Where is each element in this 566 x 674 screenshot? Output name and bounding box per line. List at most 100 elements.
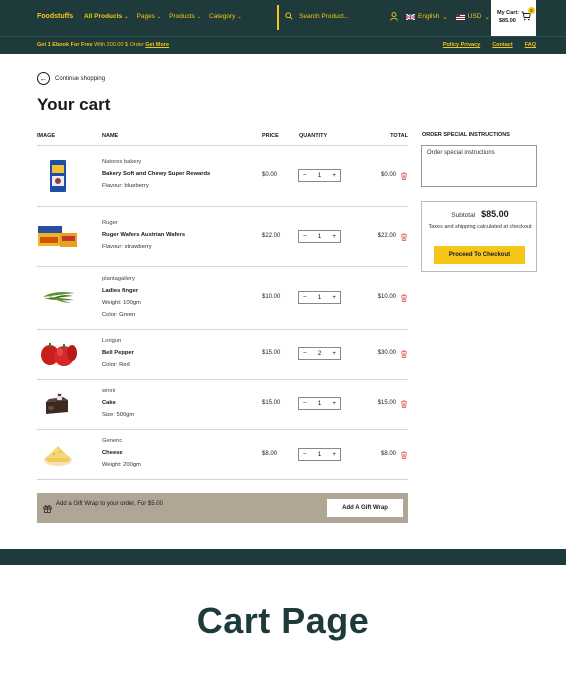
- plus-icon[interactable]: +: [332, 233, 336, 240]
- product-image[interactable]: [42, 442, 74, 468]
- quantity-stepper[interactable]: − 2 +: [298, 347, 341, 360]
- quantity-stepper[interactable]: − 1 +: [298, 230, 341, 243]
- minus-icon[interactable]: −: [303, 350, 307, 357]
- minus-icon[interactable]: −: [303, 400, 307, 407]
- col-quantity: QUANTITY: [299, 133, 328, 139]
- quantity-value[interactable]: 1: [318, 172, 322, 179]
- language-selector[interactable]: English ⌄: [406, 13, 448, 21]
- minus-icon[interactable]: −: [303, 451, 307, 458]
- product-name[interactable]: Bakery Soft and Chewy Super Rewards: [102, 171, 210, 177]
- trash-icon[interactable]: [400, 172, 408, 180]
- top-header: Foodstuffs All Products ⌄ Pages ⌄ Products…: [0, 0, 566, 36]
- trash-icon[interactable]: [400, 350, 408, 358]
- chevron-down-icon: ⌄: [156, 13, 162, 20]
- search-input[interactable]: Search Product...: [299, 13, 349, 20]
- promo-text: Get 1 Ebook For Free With 200.00 $ Order…: [37, 42, 169, 48]
- link-contact[interactable]: Contact: [492, 42, 512, 48]
- promo-bar: Get 1 Ebook For Free With 200.00 $ Order…: [0, 36, 566, 54]
- currency-selector[interactable]: USD ⌄: [455, 13, 490, 21]
- cart-row: Natores bakery Bakery Soft and Chewy Sup…: [37, 146, 408, 207]
- trash-icon[interactable]: [400, 400, 408, 408]
- nav-label: Category: [209, 13, 236, 20]
- minus-icon[interactable]: −: [303, 294, 307, 301]
- product-image[interactable]: [49, 159, 67, 193]
- minus-icon[interactable]: −: [303, 233, 307, 240]
- trash-icon[interactable]: [400, 294, 408, 302]
- mini-cart[interactable]: My Cart: $85.00 6: [491, 0, 536, 36]
- uk-flag-icon: [406, 13, 415, 20]
- continue-shopping-link[interactable]: ← Continue shopping: [37, 72, 105, 85]
- subtotal-label: Subtotal: [451, 212, 476, 219]
- mini-cart-amount: $85.00: [499, 18, 516, 24]
- arrow-left-icon: ←: [37, 72, 50, 85]
- col-image: IMAGE: [37, 133, 56, 139]
- product-vendor: Ruger: [102, 220, 118, 226]
- product-image[interactable]: [41, 289, 77, 305]
- product-name[interactable]: Ruger Wafers Austrian Wafers: [102, 232, 185, 238]
- line-total: $22.00: [377, 233, 396, 239]
- quantity-stepper[interactable]: − 1 +: [298, 448, 341, 461]
- trash-icon[interactable]: [400, 451, 408, 459]
- product-image[interactable]: [43, 392, 71, 416]
- instructions-textarea[interactable]: [421, 145, 537, 187]
- product-price: $15.00: [262, 400, 281, 406]
- cart-row: winni Cake Size: 500gm $15.00 − 1 + $15.00: [37, 380, 408, 430]
- nav-pages[interactable]: Pages ⌄: [137, 13, 162, 20]
- quantity-value[interactable]: 1: [318, 400, 322, 407]
- col-price: PRICE: [262, 133, 279, 139]
- product-vendor: Generic: [102, 438, 123, 444]
- instructions-title: ORDER SPECIAL INSTRUCTIONS: [422, 132, 510, 138]
- col-total: TOTAL: [390, 133, 408, 139]
- quantity-stepper[interactable]: − 1 +: [298, 291, 341, 304]
- page-title: Your cart: [37, 95, 111, 114]
- product-name[interactable]: Cake: [102, 400, 134, 406]
- quantity-value[interactable]: 1: [318, 294, 322, 301]
- product-meta: Natores bakery Bakery Soft and Chewy Sup…: [102, 159, 210, 195]
- product-meta: Lorigun Bell Pepper Color: Red: [102, 338, 134, 374]
- product-meta: winni Cake Size: 500gm: [102, 388, 134, 424]
- quantity-value[interactable]: 1: [318, 233, 322, 240]
- add-gift-wrap-button[interactable]: Add A Gift Wrap: [327, 499, 403, 517]
- chevron-down-icon: ⌄: [124, 13, 129, 20]
- minus-icon[interactable]: −: [303, 172, 307, 179]
- promo-message: With 200.00 $ Order: [92, 42, 144, 48]
- plus-icon[interactable]: +: [332, 400, 336, 407]
- link-faq[interactable]: FAQ: [525, 42, 536, 48]
- user-icon[interactable]: [390, 12, 398, 21]
- line-total: $30.00: [377, 350, 396, 356]
- quantity-value[interactable]: 1: [318, 451, 322, 458]
- product-name[interactable]: Cheese: [102, 450, 141, 456]
- product-image[interactable]: [40, 341, 78, 367]
- plus-icon[interactable]: +: [332, 294, 336, 301]
- cart-table-header: IMAGE NAME PRICE QUANTITY TOTAL: [37, 132, 408, 146]
- quantity-stepper[interactable]: − 1 +: [298, 397, 341, 410]
- nav-all-products[interactable]: All Products ⌄: [84, 13, 129, 20]
- cart-row: plantagallery Ladies finger Weight: 100g…: [37, 267, 408, 330]
- nav-category[interactable]: Category ⌄: [209, 13, 242, 20]
- product-image[interactable]: [38, 224, 78, 251]
- quantity-value[interactable]: 2: [318, 350, 322, 357]
- product-name[interactable]: Bell Pepper: [102, 350, 134, 356]
- product-name[interactable]: Ladies finger: [102, 288, 141, 294]
- col-name: NAME: [102, 133, 119, 139]
- product-vendor: Natores bakery: [102, 159, 142, 165]
- product-vendor: Lorigun: [102, 338, 122, 344]
- product-option: Weight: 200gm: [102, 462, 141, 468]
- plus-icon[interactable]: +: [332, 172, 336, 179]
- quantity-stepper[interactable]: − 1 +: [298, 169, 341, 182]
- checkout-button[interactable]: Proceed To Checkout: [434, 246, 525, 264]
- promo-link[interactable]: Get More: [145, 42, 169, 48]
- line-total: $10.00: [377, 294, 396, 300]
- continue-label: Continue shopping: [55, 75, 106, 82]
- nav-products[interactable]: Products ⌄: [169, 13, 201, 20]
- trash-icon[interactable]: [400, 233, 408, 241]
- link-policy[interactable]: Policy Privacy: [443, 42, 480, 48]
- mini-cart-label: My Cart:: [497, 10, 520, 16]
- gift-wrap-bar: Add a Gift Wrap to your order, For $5.00…: [37, 493, 408, 523]
- logo[interactable]: Foodstuffs: [37, 13, 73, 20]
- plus-icon[interactable]: +: [332, 451, 336, 458]
- plus-icon[interactable]: +: [332, 350, 336, 357]
- chevron-down-icon: ⌄: [237, 13, 242, 20]
- search-bar[interactable]: Search Product...: [285, 12, 349, 20]
- product-option: Color: Red: [102, 362, 130, 368]
